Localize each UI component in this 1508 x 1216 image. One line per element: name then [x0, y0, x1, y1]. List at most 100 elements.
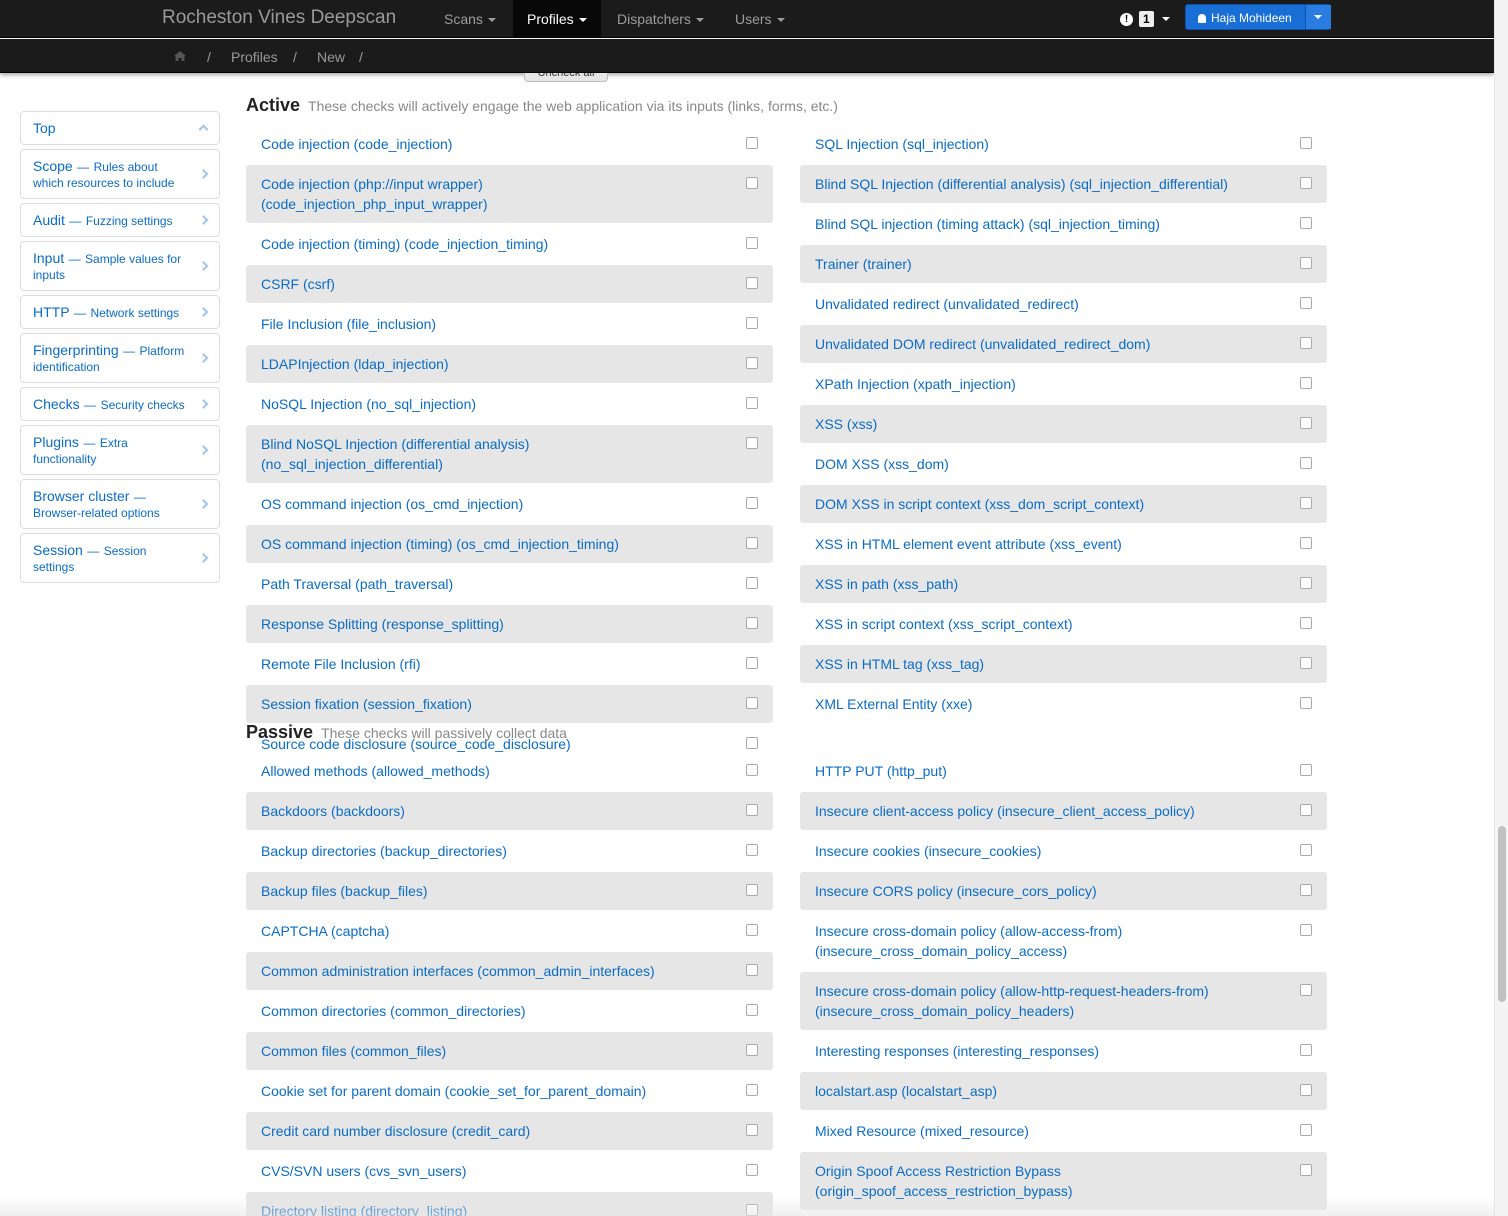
check-row[interactable]: OS command injection (os_cmd_injection) [246, 485, 773, 523]
check-label[interactable]: DOM XSS (xss_dom) [815, 456, 949, 472]
sidebar-item-http[interactable]: HTTP — Network settings [20, 295, 220, 329]
check-label[interactable]: XSS (xss) [815, 416, 877, 432]
check-label[interactable]: Blind SQL injection (timing attack) (sql… [815, 216, 1160, 232]
breadcrumb-profiles[interactable]: Profiles [231, 49, 278, 65]
sidebar-item-checks[interactable]: Checks — Security checks [20, 387, 220, 421]
check-label[interactable]: XSS in path (xss_path) [815, 576, 958, 592]
check-row[interactable]: Origin Spoof Access Restriction Bypass (… [800, 1152, 1327, 1210]
check-label[interactable]: XSS in script context (xss_script_contex… [815, 616, 1073, 632]
check-label[interactable]: CVS/SVN users (cvs_svn_users) [261, 1163, 466, 1179]
check-checkbox[interactable] [746, 804, 758, 816]
check-row[interactable]: Backup files (backup_files) [246, 872, 773, 910]
check-row[interactable]: File Inclusion (file_inclusion) [246, 305, 773, 343]
sidebar-item-session[interactable]: Session — Session settings [20, 533, 220, 583]
sidebar-item-browser-cluster[interactable]: Browser cluster — Browser-related option… [20, 479, 220, 529]
check-label[interactable]: LDAPInjection (ldap_injection) [261, 356, 449, 372]
check-label[interactable]: Common directories (common_directories) [261, 1003, 526, 1019]
check-row[interactable]: HTTP PUT (http_put) [800, 752, 1327, 790]
check-row[interactable]: XSS in HTML element event attribute (xss… [800, 525, 1327, 563]
home-icon[interactable] [174, 51, 186, 61]
check-row[interactable]: XSS in HTML tag (xss_tag) [800, 645, 1327, 683]
check-label[interactable]: Insecure CORS policy (insecure_cors_poli… [815, 883, 1097, 899]
check-label[interactable]: Backup files (backup_files) [261, 883, 428, 899]
check-checkbox[interactable] [1300, 497, 1312, 509]
check-row[interactable]: SQL Injection (sql_injection) [800, 125, 1327, 163]
check-row[interactable]: localstart.asp (localstart_asp) [800, 1072, 1327, 1110]
check-checkbox[interactable] [1300, 417, 1312, 429]
check-checkbox[interactable] [746, 1204, 758, 1216]
check-checkbox[interactable] [746, 357, 758, 369]
nav-dispatchers[interactable]: Dispatchers [603, 0, 718, 38]
check-row[interactable]: Insecure cookies (insecure_cookies) [800, 832, 1327, 870]
check-row[interactable]: Password field with auto-complete (passw… [800, 1212, 1327, 1216]
check-row[interactable]: Session fixation (session_fixation) [246, 685, 773, 723]
check-checkbox[interactable] [1300, 1124, 1312, 1136]
check-checkbox[interactable] [746, 1004, 758, 1016]
check-label[interactable]: Blind NoSQL Injection (differential anal… [261, 436, 529, 472]
check-label[interactable]: Origin Spoof Access Restriction Bypass (… [815, 1163, 1073, 1199]
check-checkbox[interactable] [746, 537, 758, 549]
nav-users[interactable]: Users [721, 0, 799, 38]
check-label[interactable]: Insecure cross-domain policy (allow-http… [815, 983, 1209, 1019]
check-label[interactable]: Directory listing (directory_listing) [261, 1203, 467, 1216]
check-label[interactable]: OS command injection (timing) (os_cmd_in… [261, 536, 619, 552]
check-checkbox[interactable] [746, 1044, 758, 1056]
check-label[interactable]: Backdoors (backdoors) [261, 803, 405, 819]
check-checkbox[interactable] [746, 437, 758, 449]
sidebar-item-fingerprinting[interactable]: Fingerprinting — Platform identification [20, 333, 220, 383]
check-checkbox[interactable] [746, 1164, 758, 1176]
check-checkbox[interactable] [746, 617, 758, 629]
check-label[interactable]: Code injection (php://input wrapper) (co… [261, 176, 488, 212]
check-row[interactable]: Common administration interfaces (common… [246, 952, 773, 990]
check-checkbox[interactable] [1300, 844, 1312, 856]
check-label[interactable]: XSS in HTML tag (xss_tag) [815, 656, 984, 672]
page-scrollbar[interactable] [1494, 0, 1508, 1216]
check-label[interactable]: Unvalidated DOM redirect (unvalidated_re… [815, 336, 1150, 352]
check-label[interactable]: SQL Injection (sql_injection) [815, 136, 989, 152]
check-checkbox[interactable] [746, 1124, 758, 1136]
check-label[interactable]: Interesting responses (interesting_respo… [815, 1043, 1099, 1059]
check-checkbox[interactable] [1300, 257, 1312, 269]
check-row[interactable]: Unvalidated redirect (unvalidated_redire… [800, 285, 1327, 323]
notifications-dropdown[interactable]: ! 1 [1120, 9, 1170, 29]
check-label[interactable]: Code injection (timing) (code_injection_… [261, 236, 548, 252]
nav-profiles[interactable]: Profiles [513, 0, 601, 38]
check-row[interactable]: DOM XSS (xss_dom) [800, 445, 1327, 483]
sidebar-item-top[interactable]: Top [20, 111, 220, 145]
check-checkbox[interactable] [746, 577, 758, 589]
check-row[interactable]: Backdoors (backdoors) [246, 792, 773, 830]
check-label[interactable]: CSRF (csrf) [261, 276, 335, 292]
check-checkbox[interactable] [1300, 377, 1312, 389]
check-label[interactable]: HTTP PUT (http_put) [815, 763, 947, 779]
check-row[interactable]: Insecure client-access policy (insecure_… [800, 792, 1327, 830]
check-row[interactable]: Common directories (common_directories) [246, 992, 773, 1030]
check-label[interactable]: Backup directories (backup_directories) [261, 843, 507, 859]
check-row[interactable]: Backup directories (backup_directories) [246, 832, 773, 870]
check-row[interactable]: XSS in path (xss_path) [800, 565, 1327, 603]
check-row[interactable]: Trainer (trainer) [800, 245, 1327, 283]
check-label[interactable]: Mixed Resource (mixed_resource) [815, 1123, 1029, 1139]
check-row[interactable]: Remote File Inclusion (rfi) [246, 645, 773, 683]
check-row[interactable]: LDAPInjection (ldap_injection) [246, 345, 773, 383]
check-checkbox[interactable] [1300, 1164, 1312, 1176]
check-checkbox[interactable] [1300, 764, 1312, 776]
check-checkbox[interactable] [746, 844, 758, 856]
check-row[interactable]: Cookie set for parent domain (cookie_set… [246, 1072, 773, 1110]
check-checkbox[interactable] [746, 764, 758, 776]
check-row[interactable]: XSS in script context (xss_script_contex… [800, 605, 1327, 643]
check-row[interactable]: XPath Injection (xpath_injection) [800, 365, 1327, 403]
check-row[interactable]: CAPTCHA (captcha) [246, 912, 773, 950]
check-row[interactable]: Insecure cross-domain policy (allow-acce… [800, 912, 1327, 970]
check-row[interactable]: CVS/SVN users (cvs_svn_users) [246, 1152, 773, 1190]
check-label[interactable]: Insecure cross-domain policy (allow-acce… [815, 923, 1122, 959]
check-row[interactable]: OS command injection (timing) (os_cmd_in… [246, 525, 773, 563]
check-row[interactable]: XSS (xss) [800, 405, 1327, 443]
check-checkbox[interactable] [746, 657, 758, 669]
check-label[interactable]: Common files (common_files) [261, 1043, 446, 1059]
check-checkbox[interactable] [1300, 884, 1312, 896]
check-label[interactable]: Insecure client-access policy (insecure_… [815, 803, 1195, 819]
check-checkbox[interactable] [1300, 337, 1312, 349]
check-checkbox[interactable] [1300, 1044, 1312, 1056]
check-checkbox[interactable] [1300, 1084, 1312, 1096]
check-checkbox[interactable] [1300, 697, 1312, 709]
